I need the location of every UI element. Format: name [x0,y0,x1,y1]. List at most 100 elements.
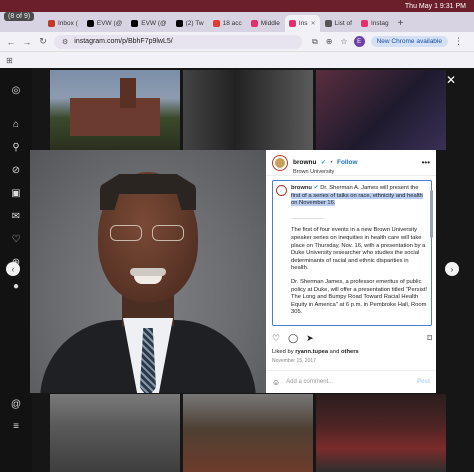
next-post-arrow-icon[interactable]: › [445,262,459,276]
comment-input[interactable]: Add a comment... [286,379,411,385]
verified-badge-icon: ✔ [320,159,326,166]
building-shape [70,98,160,136]
tab-favicon [250,20,258,27]
post-detail-panel: brownu ✔ • Follow Brown University ••• b… [266,150,436,393]
search-icon[interactable]: ⚲ [10,141,22,153]
add-comment-row: ☺ Add a comment... Post [266,370,436,393]
browser-tab[interactable]: Instag [357,15,393,32]
caption-scrollbar[interactable] [430,190,433,238]
grid-post-thumbnail[interactable] [316,70,446,150]
caption-paragraph: The first of four events in a new Brown … [291,227,426,272]
tab-close-icon[interactable]: ✕ [311,20,316,27]
previous-post-arrow-icon[interactable]: ‹ [6,262,20,276]
forward-arrow-icon[interactable]: → [22,37,32,47]
profile-icon[interactable]: ● [10,280,22,292]
tab-favicon [86,20,94,27]
caption-highlighted-text: first of a series of talks on race, ethn… [291,192,423,207]
zoom-icon[interactable]: ⊕ [326,37,333,47]
tab-label: Inbox ( [58,20,78,27]
grid-post-thumbnail[interactable] [50,394,180,472]
share-icon[interactable]: ➤ [306,333,314,344]
browser-toolbar: ← → ↻ ⚙ instagram.com/p/BbhF7p9lwL5/ ⧉ ⊕… [0,32,474,52]
likes-prefix: Liked by [272,349,296,355]
likes-summary: Liked by ryann.tupea and others [272,349,359,355]
tab-label: (2) Tw [185,20,204,27]
tab-favicon [48,20,55,27]
post-header: brownu ✔ • Follow Brown University ••• [266,150,436,176]
tab-label: EVW (@ [96,20,123,27]
grid-post-thumbnail[interactable] [183,70,313,150]
caption-lead: Dr. Sherman A. James will present the [320,185,419,191]
browser-tab[interactable]: EVW (@ [83,15,126,32]
browser-tab[interactable]: EVW (@ [127,15,170,32]
instagram-logo-icon[interactable]: ◎ [10,84,22,96]
author-avatar[interactable] [272,154,288,171]
photo-glasses [110,225,186,243]
tab-favicon [360,20,368,27]
separator-dot: • [330,159,333,166]
cast-icon[interactable]: ⧉ [312,37,318,47]
tab-label: Middle [260,20,280,27]
apps-grid-icon[interactable]: ⊞ [6,56,13,65]
back-arrow-icon[interactable]: ← [6,37,16,47]
menubar-datetime: Thu May 1 9:31 PM [404,2,466,10]
tab-favicon [175,20,183,27]
home-icon[interactable]: ⌂ [10,118,22,130]
tab-label: Ins [298,20,308,27]
follow-button[interactable]: Follow [337,159,358,166]
close-modal-icon[interactable]: ✕ [446,73,456,87]
emoji-icon[interactable]: ☺ [272,378,280,387]
grid-post-thumbnail[interactable] [183,394,313,472]
browser-tab[interactable]: (2) Tw [172,15,208,32]
likes-and: and [328,349,341,355]
messages-icon[interactable]: ✉ [10,210,22,222]
threads-icon[interactable]: @ [10,398,22,410]
address-bar[interactable]: ⚙ instagram.com/p/BbhF7p9lwL5/ [54,34,302,49]
browser-tab[interactable]: Inbox ( [44,15,82,32]
explore-icon[interactable]: ⊘ [10,164,22,176]
post-date[interactable]: November 15, 2017 [272,358,316,364]
likes-user-link[interactable]: ryann.tupea [295,349,328,355]
tab-favicon [131,20,139,27]
author-subtitle: Brown University [293,168,335,175]
like-heart-icon[interactable]: ♡ [272,333,280,344]
notifications-heart-icon[interactable]: ♡ [10,233,22,245]
post-photo [30,150,266,393]
tab-label: 18 acc [222,20,242,27]
new-chrome-available-button[interactable]: New Chrome available [370,36,448,47]
browser-tab-strip: Inbox ( EVW (@ EVW (@ (2) Tw 18 acc Midd… [0,12,474,32]
verified-badge-icon: ✔ [313,185,319,191]
tab-label: Instag [370,20,389,27]
profile-avatar[interactable]: E [353,36,365,47]
likes-others-link[interactable]: others [341,349,359,355]
browser-tab[interactable]: Middle [247,15,284,32]
site-info-icon[interactable]: ⚙ [62,38,68,46]
caption-username[interactable]: brownu [291,185,312,191]
photo-smile [134,276,162,284]
new-tab-button[interactable]: + [394,15,408,32]
post-comment-button[interactable]: Post [417,379,430,385]
browser-tab[interactable]: List of [321,15,356,32]
post-caption: brownu ✔ Dr. Sherman A. James will prese… [272,180,432,326]
caption-divider: __________ [291,213,324,220]
grid-post-thumbnail[interactable] [50,70,180,150]
browser-menu-icon[interactable]: ⋮ [454,36,463,47]
tower-shape [120,78,136,108]
more-menu-icon[interactable]: ≡ [10,420,22,432]
grid-post-thumbnail[interactable] [316,394,446,472]
browser-tab-active[interactable]: Ins ✕ [284,15,320,32]
caption-paragraph: Dr. Sherman James, a professor emeritus … [291,278,427,316]
bookmarks-bar: ⊞ [0,52,474,68]
address-bar-url: instagram.com/p/BbhF7p9lwL5/ [74,38,173,45]
comment-icon[interactable]: ◯ [288,333,298,344]
caption-avatar[interactable] [276,185,287,196]
save-bookmark-icon[interactable]: ⌑ [427,333,432,344]
reload-icon[interactable]: ↻ [38,36,48,47]
tab-favicon [288,20,296,27]
author-username[interactable]: brownu [293,159,316,166]
post-actions: ♡ ◯ ➤ ⌑ [272,332,432,344]
bookmark-star-icon[interactable]: ☆ [340,37,347,47]
reels-icon[interactable]: ▣ [10,187,22,199]
more-options-icon[interactable]: ••• [422,158,430,167]
browser-tab[interactable]: 18 acc [209,15,246,32]
